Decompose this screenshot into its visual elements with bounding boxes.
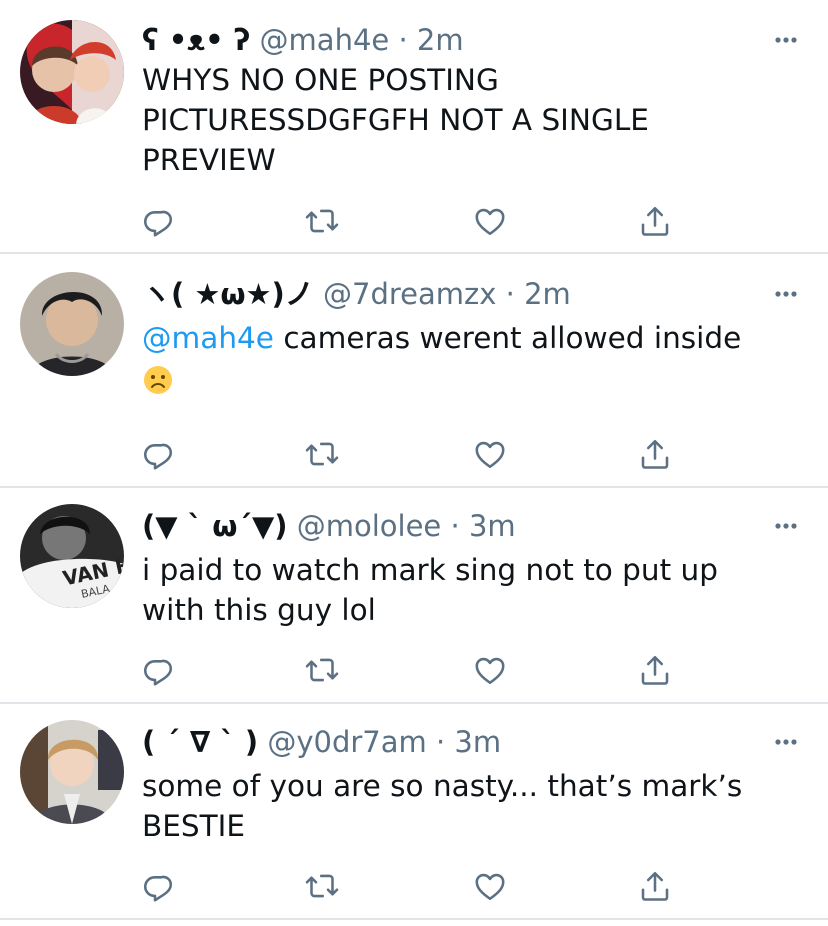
tweet[interactable]: ヽ( ★ω★)ノ @7dreamzx · 2m @mah4e cameras w… [0, 254, 828, 488]
tweet-text-content: WHYS NO ONE POSTING PICTURESSDGFGFH NOT … [142, 63, 649, 177]
timestamp[interactable]: 2m [417, 23, 464, 57]
tweet-actions [0, 203, 828, 239]
separator: · [435, 725, 446, 759]
retweet-icon[interactable] [304, 203, 340, 239]
tweet-actions [0, 652, 828, 688]
tweet-actions [0, 868, 828, 904]
tweet-text-content: some of you are so nasty... that’s mark’… [142, 769, 743, 843]
tweet-header: (▼ ` ω´▼) @mololee · 3m [142, 506, 516, 546]
display-name[interactable]: (▼ ` ω´▼) [142, 509, 288, 543]
separator: · [450, 509, 460, 543]
retweet-icon[interactable] [304, 652, 340, 688]
tweet-text: @mah4e cameras werent allowed inside [142, 318, 782, 398]
tweet-text: WHYS NO ONE POSTING PICTURESSDGFGFH NOT … [142, 60, 782, 180]
tweet-text: some of you are so nasty... that’s mark’… [142, 766, 782, 846]
timestamp[interactable]: 3m [469, 509, 516, 543]
reply-icon[interactable] [140, 652, 176, 688]
share-icon[interactable] [637, 203, 673, 239]
reply-icon[interactable] [140, 436, 176, 472]
tweet[interactable]: ʕ •ᴥ• ʔ @mah4e · 2m WHYS NO ONE POSTING … [0, 0, 828, 254]
more-options-icon[interactable] [772, 516, 800, 536]
like-icon[interactable] [472, 868, 508, 904]
tweet-header: ヽ( ★ω★)ノ @7dreamzx · 2m [142, 274, 571, 314]
tweet-header: ( ´ ∇ ` ) @y0dr7am · 3m [142, 722, 501, 762]
timestamp[interactable]: 2m [524, 277, 571, 311]
like-icon[interactable] [472, 203, 508, 239]
reply-icon[interactable] [140, 868, 176, 904]
frowning-face-emoji-icon [144, 365, 172, 394]
tweet[interactable]: ( ´ ∇ ` ) @y0dr7am · 3m some of you are … [0, 704, 828, 920]
separator: · [398, 23, 408, 57]
mention-link[interactable]: @mah4e [142, 321, 274, 355]
share-icon[interactable] [637, 436, 673, 472]
retweet-icon[interactable] [304, 868, 340, 904]
tweet-text: i paid to watch mark sing not to put up … [142, 550, 782, 630]
tweet-text-content: cameras werent allowed inside [273, 321, 742, 355]
more-options-icon[interactable] [772, 284, 800, 304]
user-handle[interactable]: @mah4e [260, 23, 390, 57]
user-handle[interactable]: @mololee [297, 509, 442, 543]
tweet-actions [0, 436, 828, 472]
display-name[interactable]: ʕ •ᴥ• ʔ [142, 23, 250, 57]
tweet[interactable]: VAN H BALA (▼ ` ω´▼) @mololee · 3m i pai… [0, 488, 828, 704]
tweet-text-content: i paid to watch mark sing not to put up … [142, 553, 718, 627]
display-name[interactable]: ( ´ ∇ ` ) [142, 725, 258, 759]
avatar[interactable] [20, 20, 124, 124]
retweet-icon[interactable] [304, 436, 340, 472]
tweet-header: ʕ •ᴥ• ʔ @mah4e · 2m [142, 20, 464, 60]
avatar[interactable]: VAN H BALA [20, 504, 124, 608]
user-handle[interactable]: @7dreamzx [323, 277, 496, 311]
more-options-icon[interactable] [772, 732, 800, 752]
like-icon[interactable] [472, 652, 508, 688]
reply-icon[interactable] [140, 203, 176, 239]
user-handle[interactable]: @y0dr7am [267, 725, 426, 759]
timestamp[interactable]: 3m [454, 725, 501, 759]
avatar[interactable] [20, 720, 124, 824]
share-icon[interactable] [637, 652, 673, 688]
timeline: ʕ •ᴥ• ʔ @mah4e · 2m WHYS NO ONE POSTING … [0, 0, 828, 926]
separator: · [505, 277, 515, 311]
display-name[interactable]: ヽ( ★ω★)ノ [142, 277, 314, 311]
like-icon[interactable] [472, 436, 508, 472]
more-options-icon[interactable] [772, 30, 800, 50]
avatar[interactable] [20, 272, 124, 376]
share-icon[interactable] [637, 868, 673, 904]
